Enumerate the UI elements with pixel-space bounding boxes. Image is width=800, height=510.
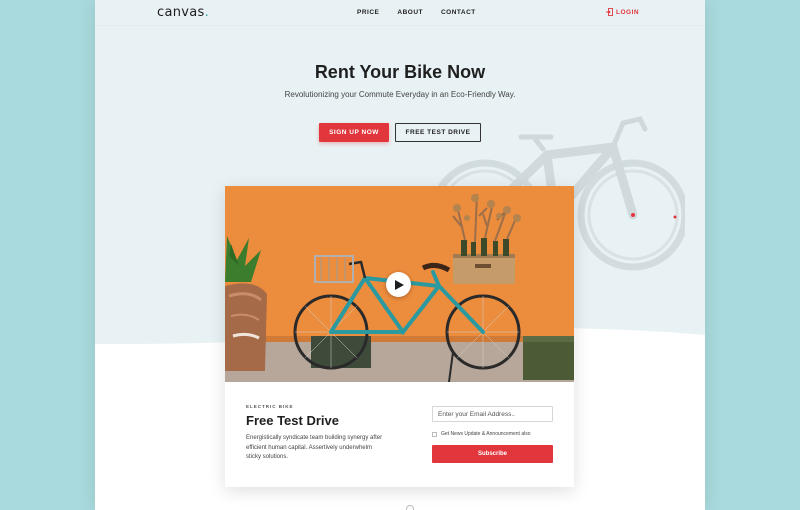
logo[interactable]: canvas.: [157, 5, 209, 20]
newsletter-checkbox-row[interactable]: Get News Update & Announcement also: [432, 431, 531, 437]
main-nav: PRICE ABOUT CONTACT: [357, 9, 476, 16]
hero-title: Rent Your Bike Now: [314, 62, 486, 82]
scroll-indicator[interactable]: [406, 505, 414, 510]
login-link[interactable]: LOGIN: [606, 8, 639, 16]
nav-link-contact[interactable]: CONTACT: [441, 9, 476, 16]
email-field[interactable]: [432, 406, 553, 422]
sign-up-button[interactable]: SIGN UP NOW: [319, 123, 389, 142]
logo-dot: .: [204, 5, 210, 20]
nav-link-about[interactable]: ABOUT: [397, 9, 423, 16]
login-label: LOGIN: [616, 8, 640, 16]
test-drive-card: ELECTRIC BIKE Free Test Drive Energistic…: [225, 186, 574, 487]
newsletter-checkbox-label: Get News Update & Announcement also: [441, 431, 531, 437]
logo-text: canvas: [157, 5, 205, 20]
free-test-drive-button[interactable]: FREE TEST DRIVE: [395, 123, 481, 142]
subscribe-button[interactable]: Subscribe: [432, 445, 553, 463]
page: canvas. PRICE ABOUT CONTACT LOGIN Rent Y…: [95, 0, 705, 510]
card-title: Free Test Drive: [246, 413, 339, 428]
card-eyebrow: ELECTRIC BIKE: [246, 404, 294, 409]
login-icon: [606, 8, 613, 16]
play-button[interactable]: [386, 272, 411, 297]
play-icon: [395, 279, 404, 290]
site-header: canvas. PRICE ABOUT CONTACT LOGIN: [95, 0, 705, 26]
video-thumbnail[interactable]: [225, 186, 574, 382]
hero-subtitle: Revolutionizing your Commute Everyday in…: [284, 90, 516, 99]
card-description: Energistically syndicate team building s…: [246, 435, 383, 460]
nav-link-price[interactable]: PRICE: [357, 9, 379, 16]
newsletter-checkbox[interactable]: [432, 431, 437, 437]
